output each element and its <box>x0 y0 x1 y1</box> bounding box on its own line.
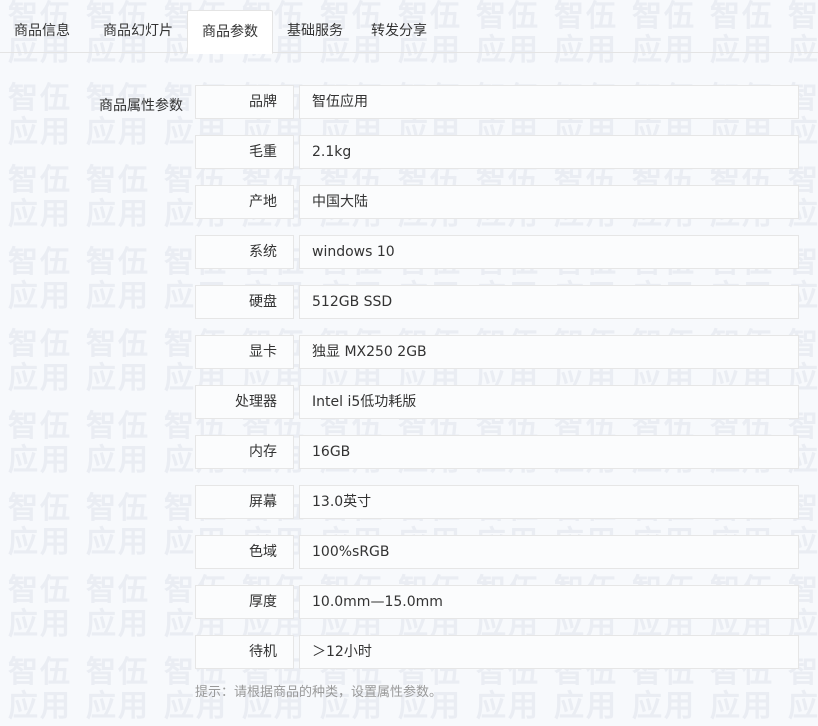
watermark-tile: 智伍应用 <box>86 327 150 396</box>
attribute-value-input[interactable]: 智伍应用 <box>299 85 799 119</box>
watermark-tile: 智伍应用 <box>86 409 150 478</box>
attribute-value-input[interactable]: Intel i5低功耗版 <box>299 385 799 419</box>
attribute-row: 色域 100%sRGB <box>195 535 799 569</box>
attribute-value-input[interactable]: 10.0mm—15.0mm <box>299 585 799 619</box>
watermark-tile: 智伍应用 <box>8 81 72 150</box>
attribute-key-input[interactable]: 显卡 <box>195 335 294 369</box>
attribute-value-input[interactable]: 512GB SSD <box>299 285 799 319</box>
watermark-tile: 智伍应用 <box>8 163 72 232</box>
tab-product-slides[interactable]: 商品幻灯片 <box>89 10 187 53</box>
attribute-row: 显卡 独显 MX250 2GB <box>195 335 799 369</box>
attribute-key-input[interactable]: 品牌 <box>195 85 294 119</box>
watermark-tile: 智伍应用 <box>86 655 150 724</box>
attribute-value-input[interactable]: 16GB <box>299 435 799 469</box>
attribute-row: 产地 中国大陆 <box>195 185 799 219</box>
watermark-tile: 智伍应用 <box>8 245 72 314</box>
attribute-value-input[interactable]: 独显 MX250 2GB <box>299 335 799 369</box>
attribute-key-input[interactable]: 毛重 <box>195 135 294 169</box>
attribute-key-input[interactable]: 系统 <box>195 235 294 269</box>
watermark-tile: 智伍应用 <box>86 491 150 560</box>
attribute-value-input[interactable]: 100%sRGB <box>299 535 799 569</box>
watermark-tile: 智伍应用 <box>86 573 150 642</box>
attribute-row: 屏幕 13.0英寸 <box>195 485 799 519</box>
attribute-table: 品牌 智伍应用 毛重 2.1kg 产地 中国大陆 系统 windows 10 硬… <box>195 85 799 685</box>
attribute-value-input[interactable]: windows 10 <box>299 235 799 269</box>
attribute-row: 硬盘 512GB SSD <box>195 285 799 319</box>
tab-product-info[interactable]: 商品信息 <box>0 10 89 53</box>
attribute-key-input[interactable]: 屏幕 <box>195 485 294 519</box>
attribute-row: 处理器 Intel i5低功耗版 <box>195 385 799 419</box>
attribute-value-input[interactable]: 13.0英寸 <box>299 485 799 519</box>
attribute-key-input[interactable]: 处理器 <box>195 385 294 419</box>
attribute-key-input[interactable]: 产地 <box>195 185 294 219</box>
watermark-tile: 智伍应用 <box>86 245 150 314</box>
tab-basic-services[interactable]: 基础服务 <box>273 10 357 53</box>
attribute-key-input[interactable]: 硬盘 <box>195 285 294 319</box>
watermark-tile: 智伍应用 <box>8 327 72 396</box>
attribute-row: 品牌 智伍应用 <box>195 85 799 119</box>
watermark-tile: 智伍应用 <box>86 163 150 232</box>
attribute-row: 待机 ＞12小时 <box>195 635 799 669</box>
attribute-key-input[interactable]: 厚度 <box>195 585 294 619</box>
attribute-value-input[interactable]: 中国大陆 <box>299 185 799 219</box>
attribute-row: 内存 16GB <box>195 435 799 469</box>
attribute-value-input[interactable]: ＞12小时 <box>299 635 799 669</box>
attribute-key-input[interactable]: 色域 <box>195 535 294 569</box>
attribute-key-input[interactable]: 待机 <box>195 635 294 669</box>
attribute-row: 厚度 10.0mm—15.0mm <box>195 585 799 619</box>
attribute-params-label: 商品属性参数 <box>99 98 183 114</box>
attribute-row: 毛重 2.1kg <box>195 135 799 169</box>
attribute-key-input[interactable]: 内存 <box>195 435 294 469</box>
watermark-tile: 智伍应用 <box>8 491 72 560</box>
watermark-tile: 智伍应用 <box>8 573 72 642</box>
attribute-row: 系统 windows 10 <box>195 235 799 269</box>
tab-bar: 商品信息 商品幻灯片 商品参数 基础服务 转发分享 <box>0 10 818 54</box>
watermark-tile: 智伍应用 <box>8 655 72 724</box>
tab-share[interactable]: 转发分享 <box>357 10 441 53</box>
watermark-tile: 智伍应用 <box>8 409 72 478</box>
attribute-value-input[interactable]: 2.1kg <box>299 135 799 169</box>
tab-product-params[interactable]: 商品参数 <box>187 10 273 54</box>
hint-text: 提示：请根据商品的种类，设置属性参数。 <box>195 685 443 700</box>
